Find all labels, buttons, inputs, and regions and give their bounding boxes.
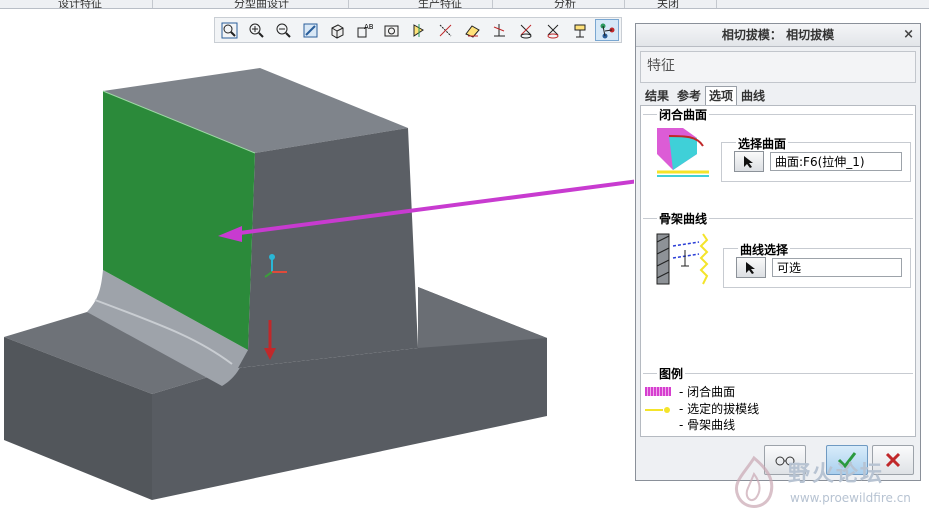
view-toolbar: AB — [214, 17, 622, 43]
csys-display-icon[interactable] — [487, 19, 511, 41]
plane-tag-icon[interactable] — [568, 19, 592, 41]
block-right-face — [238, 128, 418, 368]
tab-strip: 结果 参考 选项 曲线 — [641, 86, 769, 106]
close-icon[interactable]: × — [903, 24, 914, 46]
closed-surface-title: 闭合曲面 — [657, 106, 710, 123]
legend-closed-surface: - 闭合曲面 — [645, 383, 735, 400]
curve-select-box: 曲线选择 可选 — [723, 241, 911, 288]
tab-references[interactable]: 参考 — [673, 86, 705, 106]
watermark: 野火论坛 www.proewildfire.cn — [722, 446, 929, 521]
legend-title: 图例 — [657, 365, 686, 382]
spin-center-icon[interactable] — [541, 19, 565, 41]
closed-surface-illustration — [657, 128, 709, 177]
zoom-in-icon[interactable] — [244, 19, 268, 41]
display-style-icon[interactable] — [325, 19, 349, 41]
watermark-url: www.proewildfire.cn — [790, 491, 911, 505]
3d-model-viewport[interactable] — [0, 9, 634, 521]
legend-text-skeleton-curve: - 骨架曲线 — [679, 418, 736, 432]
watermark-logo-icon — [735, 455, 774, 508]
skeleton-curve-title: 骨架曲线 — [657, 210, 710, 227]
cursor-arrow-icon — [744, 155, 753, 168]
axis-display-icon[interactable] — [433, 19, 457, 41]
draft-line-swatch — [645, 404, 671, 414]
tab-options[interactable]: 选项 — [705, 86, 738, 105]
saved-views-icon[interactable] — [379, 19, 403, 41]
datum-display-icon[interactable] — [406, 19, 430, 41]
curve-select-label: 曲线选择 — [738, 241, 791, 258]
feature-label: 特征 — [640, 51, 916, 83]
cursor-arrow-icon — [746, 261, 755, 274]
select-surface-label: 选择曲面 — [736, 135, 789, 152]
zoom-out-icon[interactable] — [271, 19, 295, 41]
surface-field[interactable]: 曲面:F6(拉伸_1) — [770, 152, 902, 171]
options-panel: 闭合曲面 选择曲面 曲面:F6(拉伸_1) 骨架曲线 曲线选择 可选 图例 - … — [640, 105, 916, 437]
tab-curves[interactable]: 曲线 — [737, 86, 769, 106]
watermark-title: 野火论坛 — [788, 461, 885, 487]
menu-close[interactable]: 关闭 — [657, 0, 679, 11]
select-curve-button[interactable] — [736, 257, 766, 278]
refit-icon[interactable] — [298, 19, 322, 41]
top-menu-bar: 设计特征 分型曲设计 生产特征 分析 关闭 — [0, 0, 929, 11]
view-manager-icon[interactable]: AB — [352, 19, 376, 41]
annotation-display-icon[interactable] — [514, 19, 538, 41]
point-display-icon[interactable] — [460, 19, 484, 41]
legend-text-draft-line: - 选定的拔模线 — [679, 402, 760, 416]
tab-results[interactable]: 结果 — [641, 86, 673, 106]
legend-skeleton-curve: - 骨架曲线 — [645, 416, 735, 433]
tangent-draft-active-icon[interactable] — [595, 19, 619, 41]
zoom-window-icon[interactable] — [217, 19, 241, 41]
select-surface-box: 选择曲面 曲面:F6(拉伸_1) — [721, 135, 911, 182]
skeleton-curve-illustration — [656, 233, 709, 285]
dialog-title: 相切拔模： 相切拔模 × — [636, 24, 920, 47]
curve-field[interactable]: 可选 — [772, 258, 902, 277]
skeleton-curve-swatch — [645, 420, 671, 429]
legend-text-closed-surface: - 闭合曲面 — [679, 385, 736, 399]
legend-draft-line: - 选定的拔模线 — [645, 400, 759, 417]
closed-surface-swatch — [645, 387, 671, 396]
select-surface-button[interactable] — [734, 151, 764, 172]
svg-text:AB: AB — [364, 23, 373, 31]
tangent-draft-dialog: 相切拔模： 相切拔模 × 特征 结果 参考 选项 曲线 闭合曲面 选择曲面 曲面… — [635, 23, 921, 481]
